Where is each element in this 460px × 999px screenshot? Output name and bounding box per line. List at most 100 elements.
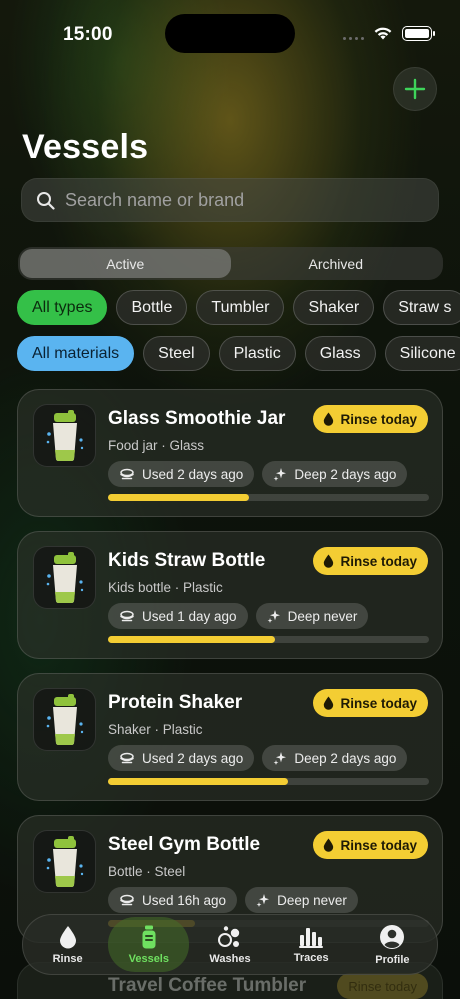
rinse-badge: Rinse today <box>313 831 428 859</box>
search-icon <box>37 191 55 210</box>
chip-shaker[interactable]: Shaker <box>293 290 375 325</box>
segment-active[interactable]: Active <box>20 249 231 278</box>
bowl-icon <box>120 894 134 905</box>
rinse-progress-fill <box>108 494 250 501</box>
tab-washes[interactable]: Washes <box>189 917 270 972</box>
bowl-icon <box>120 610 134 621</box>
vessel-card[interactable]: Kids Straw Bottle Kids bottle · Plastic … <box>17 531 443 659</box>
drop-icon <box>324 554 334 568</box>
vessel-name: Protein Shaker <box>108 692 243 713</box>
drop-icon <box>59 925 76 948</box>
chip-glass[interactable]: Glass <box>304 336 376 371</box>
used-pill: Used 2 days ago <box>108 745 255 771</box>
used-pill: Used 16h ago <box>108 887 238 913</box>
deep-label: Deep never <box>277 892 347 908</box>
usage-pills: Used 16h ago Deep never <box>108 887 358 913</box>
used-pill: Used 2 days ago <box>108 461 255 487</box>
segment-archived[interactable]: Archived <box>231 249 442 278</box>
shaker-bottle-icon <box>46 409 83 461</box>
search-input[interactable] <box>65 189 405 211</box>
tab-rinse[interactable]: Rinse <box>27 917 108 972</box>
chip-plastic[interactable]: Plastic <box>218 336 296 371</box>
used-label: Used 2 days ago <box>142 750 244 766</box>
sparkle-icon <box>273 468 287 481</box>
tab-traces[interactable]: Traces <box>271 917 352 972</box>
vessel-thumbnail <box>33 830 96 893</box>
deep-label: Deep 2 days ago <box>294 750 397 766</box>
drop-icon <box>324 696 334 710</box>
rinse-progress-track <box>108 778 429 785</box>
rinse-progress-track <box>108 494 429 501</box>
vessel-name: Kids Straw Bottle <box>108 550 266 571</box>
tab-vessels[interactable]: Vessels <box>108 917 190 972</box>
usage-pills: Used 2 days ago Deep 2 days ago <box>108 745 408 771</box>
sparkle-icon <box>267 610 280 623</box>
tab-label: Vessels <box>128 952 169 965</box>
shaker-bottle-icon <box>46 693 83 745</box>
wifi-icon <box>374 27 392 40</box>
rinse-badge-label: Rinse today <box>340 837 417 853</box>
type-filter-row: All types Bottle Tumbler Shaker Straw s <box>17 290 460 325</box>
vessel-thumbnail <box>33 546 96 609</box>
tab-label: Profile <box>375 953 410 966</box>
chip-straw[interactable]: Straw s <box>383 290 460 325</box>
vessel-type-material: Food jar · Glass <box>108 438 205 453</box>
bar-chart-icon <box>299 927 324 948</box>
chip-all-materials[interactable]: All materials <box>17 336 135 371</box>
search-bar[interactable] <box>21 178 439 222</box>
deep-clean-pill: Deep 2 days ago <box>262 461 408 487</box>
chip-steel[interactable]: Steel <box>143 336 210 371</box>
bubbles-icon <box>218 925 240 947</box>
tab-label: Traces <box>293 951 329 964</box>
rinse-badge-label: Rinse today <box>340 695 417 711</box>
bowl-icon <box>120 752 134 763</box>
vessel-name: Steel Gym Bottle <box>108 834 261 855</box>
page-title: Vessels <box>22 128 149 166</box>
chip-tumbler[interactable]: Tumbler <box>196 290 285 325</box>
vessel-thumbnail <box>33 688 96 751</box>
sparkle-icon <box>273 752 287 765</box>
drop-icon <box>324 838 334 852</box>
used-label: Used 2 days ago <box>142 466 244 482</box>
shaker-bottle-icon <box>46 835 83 887</box>
add-vessel-button[interactable] <box>393 67 437 111</box>
dynamic-island <box>165 14 295 53</box>
vessel-name: Glass Smoothie Jar <box>108 408 286 429</box>
bottle-icon <box>142 925 156 948</box>
rinse-progress-fill <box>108 636 275 643</box>
deep-clean-pill: Deep never <box>255 603 369 629</box>
chip-silicone[interactable]: Silicone <box>384 336 460 371</box>
vessel-thumbnail <box>33 404 96 467</box>
status-icons <box>343 26 435 41</box>
chip-bottle[interactable]: Bottle <box>116 290 188 325</box>
status-time: 15:00 <box>63 24 113 45</box>
used-label: Used 16h ago <box>142 892 227 908</box>
cellular-signal-icon <box>343 28 364 40</box>
rinse-badge: Rinse today <box>313 547 428 575</box>
sparkle-icon <box>256 894 270 907</box>
drop-icon <box>324 412 334 426</box>
rinse-badge: Rinse today <box>313 405 428 433</box>
rinse-badge: Rinse today <box>313 689 428 717</box>
person-icon <box>380 924 405 949</box>
tab-label: Washes <box>209 952 251 965</box>
tab-label: Rinse <box>52 952 83 965</box>
usage-pills: Used 2 days ago Deep 2 days ago <box>108 461 408 487</box>
vessel-name: Travel Coffee Tumbler <box>108 975 307 996</box>
vessel-card[interactable]: Protein Shaker Shaker · Plastic Rinse to… <box>17 673 443 801</box>
usage-pills: Used 1 day ago Deep never <box>108 603 369 629</box>
vessel-card[interactable]: Glass Smoothie Jar Food jar · Glass Rins… <box>17 389 443 517</box>
deep-label: Deep 2 days ago <box>294 466 397 482</box>
chip-all-types[interactable]: All types <box>17 290 108 325</box>
rinse-badge-label: Rinse today <box>340 553 417 569</box>
rinse-progress-fill <box>108 778 288 785</box>
battery-icon <box>402 26 435 41</box>
vessel-type-material: Bottle · Steel <box>108 864 186 879</box>
deep-label: Deep never <box>287 608 358 624</box>
deep-clean-pill: Deep 2 days ago <box>262 745 408 771</box>
rinse-badge-label: Rinse today <box>340 411 417 427</box>
status-segmented-control: Active Archived <box>18 247 443 280</box>
deep-clean-pill: Deep never <box>245 887 358 913</box>
tab-profile[interactable]: Profile <box>352 917 433 972</box>
vessel-type-material: Shaker · Plastic <box>108 722 203 737</box>
